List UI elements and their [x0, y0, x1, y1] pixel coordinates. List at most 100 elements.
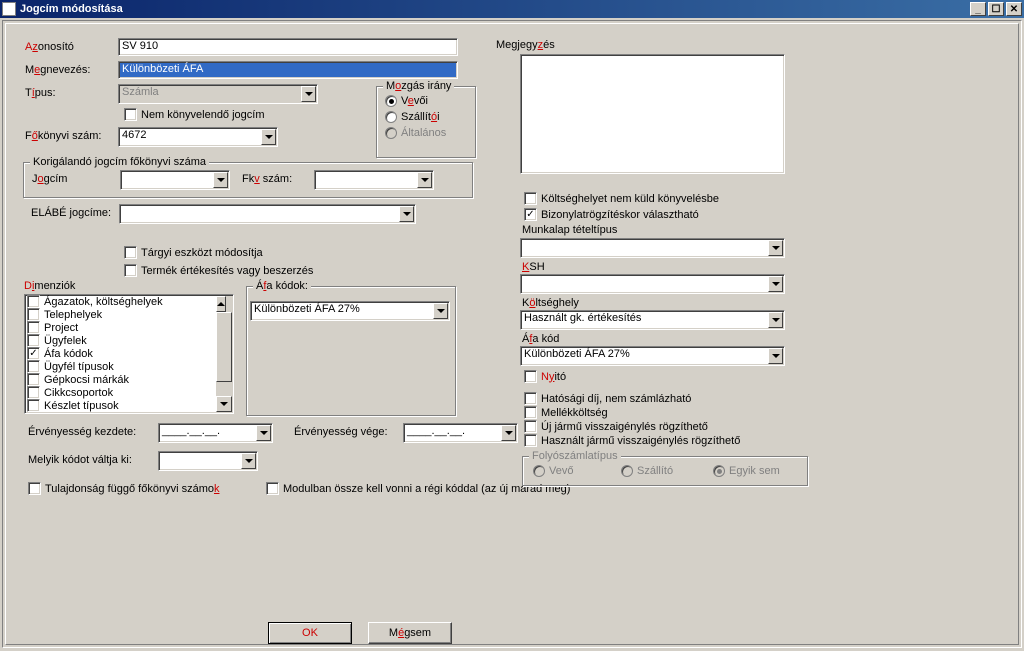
- list-item[interactable]: ✓ Áfa kódok: [25, 347, 233, 360]
- afakod-label: Áfa kód: [522, 333, 559, 345]
- cancel-button[interactable]: Mégsem: [368, 622, 452, 644]
- list-item-label: Ügyfél típusok: [44, 361, 114, 373]
- dimenziok-list[interactable]: Ágazatok, költséghelyekTelephelyekProjec…: [24, 294, 234, 414]
- chevron-down-icon[interactable]: [213, 172, 228, 188]
- megnevezes-input[interactable]: Különbözeti ÁFA: [118, 61, 458, 79]
- list-item[interactable]: Ágazatok, költséghelyek: [25, 295, 233, 308]
- folyo-group: Folyószámlatípus Vevő Szállító Egyik sem: [522, 456, 808, 486]
- hatosagi-checkbox[interactable]: Hatósági díj, nem számlázható: [524, 392, 691, 405]
- chevron-down-icon[interactable]: [399, 206, 414, 222]
- dimenziok-label: Dimenziók: [24, 280, 75, 292]
- list-item-label: Ügyfelek: [44, 335, 87, 347]
- megnevezes-label: Megnevezés:: [25, 64, 90, 76]
- afakod-combo[interactable]: Különbözeti ÁFA 27%: [520, 346, 785, 366]
- list-item-label: Áfa kódok: [44, 348, 93, 360]
- fokonyvi-label: Főkönyvi szám:: [25, 130, 101, 142]
- ervvege-date[interactable]: ____.__.__.: [403, 423, 518, 443]
- munkalap-combo[interactable]: [520, 238, 785, 258]
- megjegyzes-label: Megjegyzés: [496, 39, 555, 51]
- nyito-checkbox[interactable]: Nyitó: [524, 370, 566, 383]
- fkvszam-label: Fkv szám:: [242, 173, 292, 185]
- bizonylat-checkbox[interactable]: ✓Bizonylatrögzítéskor választható: [524, 208, 699, 221]
- chevron-down-icon[interactable]: [417, 172, 432, 188]
- chevron-down-icon[interactable]: [241, 453, 256, 469]
- list-item-label: Cikkcsoportok: [44, 387, 113, 399]
- folyo-legend: Folyószámlatípus: [529, 450, 621, 462]
- afakodok-legend: Áfa kódok:: [253, 280, 311, 292]
- vevoi-radio[interactable]: Vevői: [385, 95, 428, 107]
- ervkezdet-label: Érvényesség kezdete:: [28, 426, 136, 438]
- ervkezdet-date[interactable]: ____.__.__.: [158, 423, 273, 443]
- fokonyvi-combo[interactable]: 4672: [118, 127, 278, 147]
- chevron-down-icon[interactable]: [261, 129, 276, 145]
- azonosito-input[interactable]: SV 910: [118, 38, 458, 56]
- korigalt-group: Korigálandó jogcím főkönyvi száma Jogcím…: [23, 162, 473, 198]
- folyo-vevo-radio: Vevő: [533, 465, 573, 477]
- checkbox-icon[interactable]: [27, 321, 40, 334]
- list-item-label: Gépkocsi márkák: [44, 374, 129, 386]
- chevron-down-icon[interactable]: [301, 86, 316, 102]
- chevron-down-icon[interactable]: [768, 240, 783, 256]
- melyik-label: Melyik kódot váltja ki:: [28, 454, 132, 466]
- scroll-up-icon[interactable]: [216, 296, 226, 312]
- list-item[interactable]: Készlet típusok: [25, 399, 233, 412]
- checkbox-icon[interactable]: ✓: [27, 347, 40, 360]
- checkbox-icon[interactable]: [27, 308, 40, 321]
- koltseghely-combo[interactable]: Használt gk. értékesítés: [520, 310, 785, 330]
- minimize-button[interactable]: _: [970, 2, 986, 16]
- chevron-down-icon[interactable]: [256, 425, 271, 441]
- ujjarm-checkbox[interactable]: Új jármű visszaigénylés rögzíthető: [524, 420, 708, 433]
- checkbox-icon[interactable]: [27, 334, 40, 347]
- azonosito-label: Azonosító: [25, 41, 74, 53]
- window-title: Jogcím módosítása: [20, 3, 123, 15]
- checkbox-icon[interactable]: [27, 373, 40, 386]
- chevron-down-icon[interactable]: [433, 303, 448, 319]
- list-item[interactable]: Project: [25, 321, 233, 334]
- afakodok-combo[interactable]: Különbözeti ÁFA 27%: [250, 301, 450, 321]
- ksh-label: KSH: [522, 261, 545, 273]
- termek-checkbox[interactable]: Termék értékesítés vagy beszerzés: [124, 264, 313, 277]
- elabe-combo[interactable]: [119, 204, 416, 224]
- jogcim-combo[interactable]: [120, 170, 230, 190]
- checkbox-icon[interactable]: [27, 295, 40, 308]
- list-item-label: Ágazatok, költséghelyek: [44, 296, 163, 308]
- scroll-down-icon[interactable]: [216, 396, 232, 412]
- folyo-szallito-radio: Szállító: [621, 465, 673, 477]
- afakodok-group: Áfa kódok: Különbözeti ÁFA 27%: [246, 286, 456, 416]
- mellek-checkbox[interactable]: Mellékköltség: [524, 406, 608, 419]
- scrollbar[interactable]: [216, 296, 232, 412]
- list-item[interactable]: Ügyfelek: [25, 334, 233, 347]
- tipus-label: Típus:: [25, 87, 56, 99]
- list-item[interactable]: Cikkcsoportok: [25, 386, 233, 399]
- close-button[interactable]: ✕: [1006, 2, 1022, 16]
- list-item[interactable]: Telephelyek: [25, 308, 233, 321]
- hasznjarm-checkbox[interactable]: Használt jármű visszaigénylés rögzíthető: [524, 434, 740, 447]
- tipus-combo[interactable]: Számla: [118, 84, 318, 104]
- chevron-down-icon[interactable]: [768, 348, 783, 364]
- list-item[interactable]: Gépkocsi márkák: [25, 373, 233, 386]
- scroll-thumb[interactable]: [216, 312, 232, 382]
- fkvszam-combo[interactable]: [314, 170, 434, 190]
- maximize-button[interactable]: ☐: [988, 2, 1004, 16]
- list-item[interactable]: Ügyfél típusok: [25, 360, 233, 373]
- checkbox-icon[interactable]: [27, 360, 40, 373]
- koltseghely-nokonyv-checkbox[interactable]: Költséghelyet nem küld könyvelésbe: [524, 192, 719, 205]
- chevron-down-icon[interactable]: [768, 276, 783, 292]
- chevron-down-icon[interactable]: [768, 312, 783, 328]
- melyik-combo[interactable]: [158, 451, 258, 471]
- jogcim-label: Jogcím: [32, 173, 67, 185]
- checkbox-icon[interactable]: [27, 386, 40, 399]
- elabe-label: ELÁBÉ jogcíme:: [31, 207, 111, 219]
- szallitoi-radio[interactable]: Szállítói: [385, 111, 440, 123]
- tulajdonsag-checkbox[interactable]: Tulajdonság függő főkönyvi számok: [28, 482, 219, 495]
- megjegyzes-textarea[interactable]: [520, 54, 785, 174]
- ok-button[interactable]: OK: [268, 622, 352, 644]
- folyo-egyik-radio: Egyik sem: [713, 465, 780, 477]
- nemkonyv-checkbox[interactable]: Nem könyvelendő jogcím: [124, 108, 265, 121]
- checkbox-icon[interactable]: [27, 399, 40, 412]
- targyi-checkbox[interactable]: Tárgyi eszközt módosítja: [124, 246, 263, 259]
- mozgas-group: Mozgás irány Vevői Szállítói Általános: [376, 86, 476, 158]
- korigalt-legend: Korigálandó jogcím főkönyvi száma: [30, 156, 209, 168]
- ksh-combo[interactable]: [520, 274, 785, 294]
- chevron-down-icon[interactable]: [501, 425, 516, 441]
